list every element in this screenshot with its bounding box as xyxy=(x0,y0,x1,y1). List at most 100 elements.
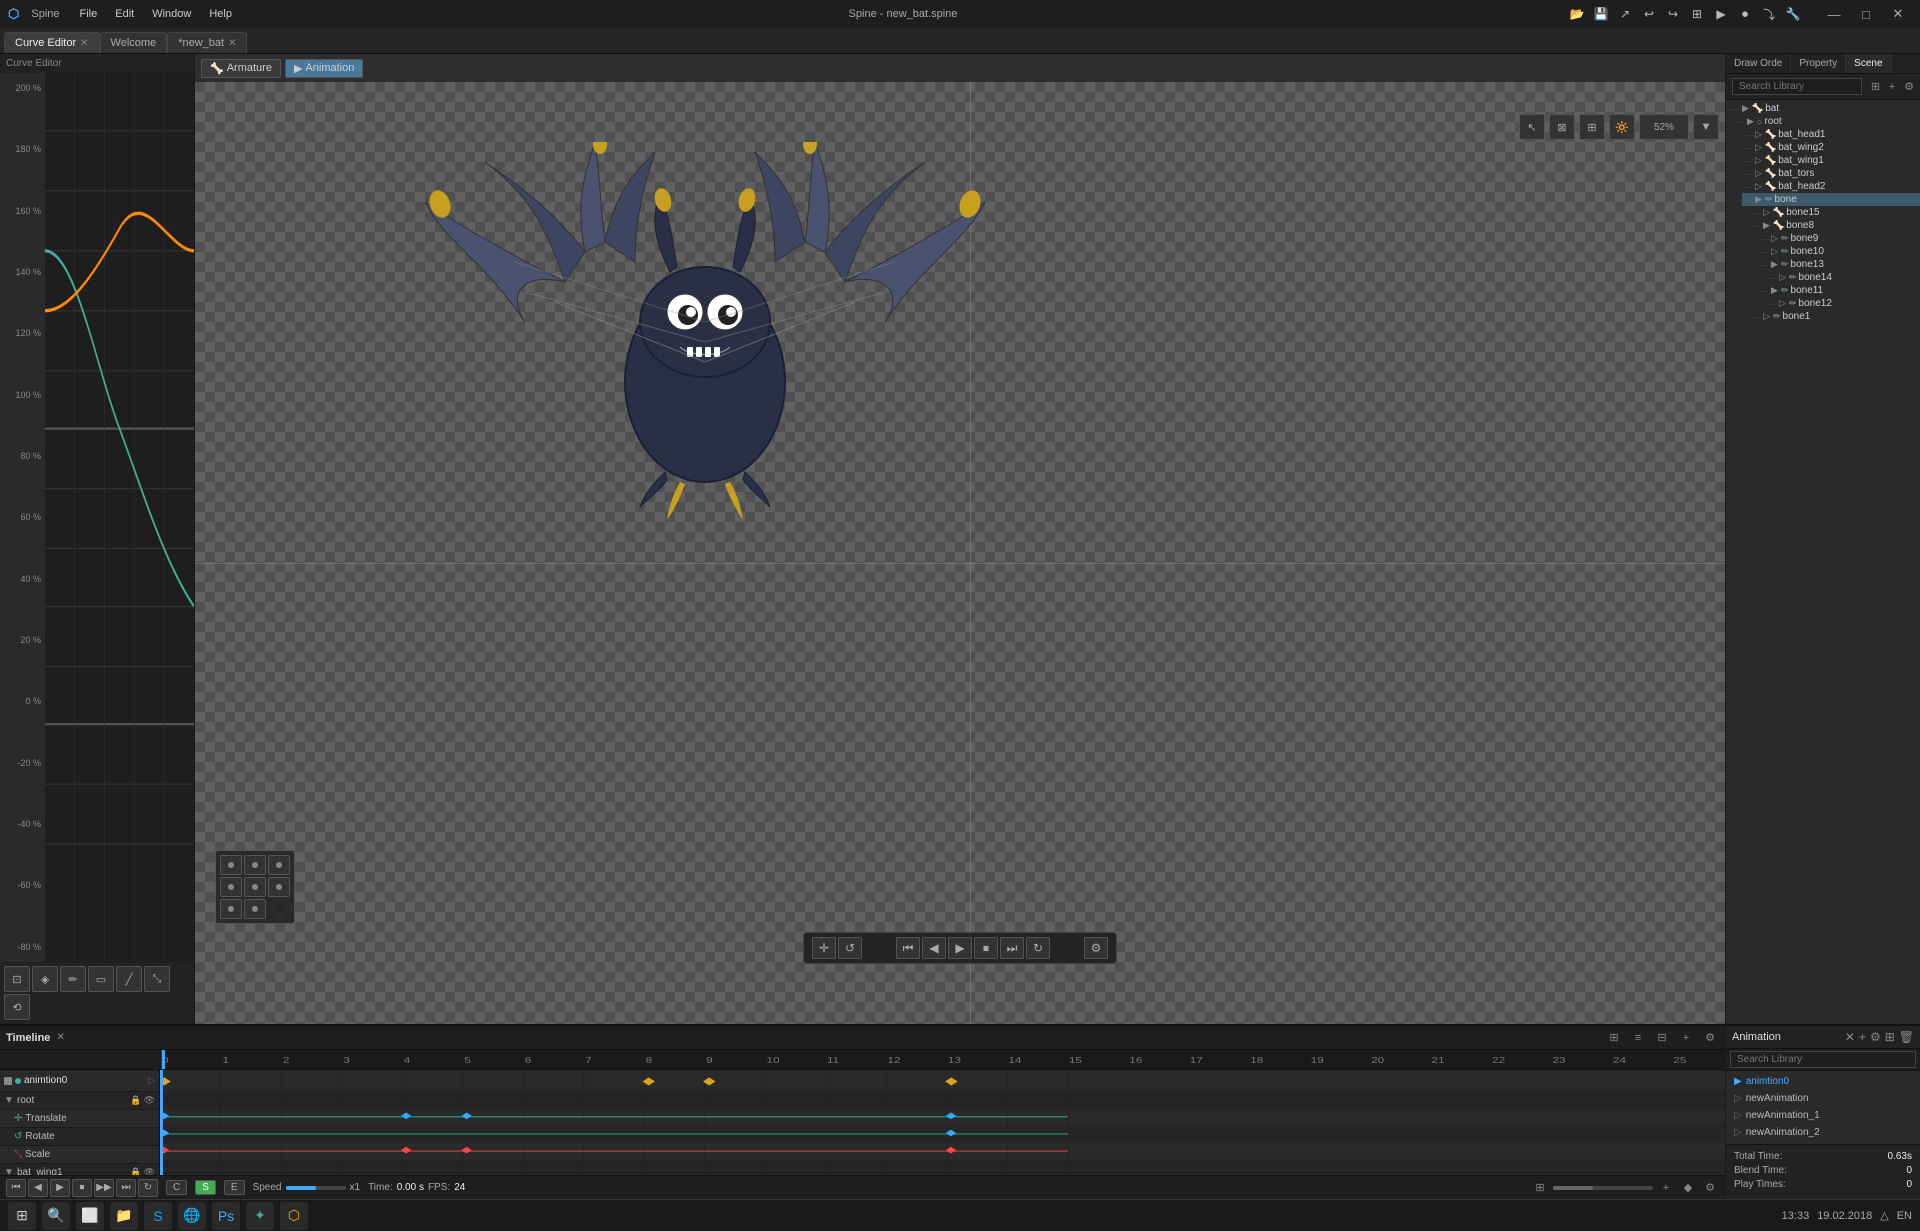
maximize-button[interactable]: □ xyxy=(1852,4,1880,24)
vw-btn-3[interactable] xyxy=(268,855,290,875)
undo-icon[interactable]: ↩ xyxy=(1638,3,1660,25)
windows-start-button[interactable]: ⊞ xyxy=(8,1202,36,1230)
play-pause-button[interactable]: ▶ xyxy=(50,1179,70,1197)
ce-tool-1[interactable]: ⊡ xyxy=(4,966,30,992)
ce-tool-2[interactable]: ◈ xyxy=(32,966,58,992)
c-mode-button[interactable]: C xyxy=(166,1180,187,1195)
play-to-end[interactable]: ⏭ xyxy=(1000,937,1024,959)
loop-button[interactable]: ↻ xyxy=(1026,937,1050,959)
jump-to-end-button[interactable]: ⏭ xyxy=(116,1179,136,1197)
anim-item-newAnimation-1[interactable]: ▷ newAnimation_1 xyxy=(1726,1107,1920,1124)
anim-search-input[interactable] xyxy=(1730,1051,1916,1068)
jump-to-start-button[interactable]: ⏮ xyxy=(6,1179,26,1197)
zoom-dropdown[interactable]: ▼ xyxy=(1693,114,1719,140)
tl-filter-icon[interactable]: ⊟ xyxy=(1653,1029,1671,1047)
app2-button[interactable]: ✦ xyxy=(246,1202,274,1230)
bone-tree-item-bone9[interactable]: ··· ▷ ✏ bone9 xyxy=(1758,232,1920,245)
ce-tool-6[interactable]: ⤡ xyxy=(144,966,170,992)
app3-button[interactable]: ⬡ xyxy=(280,1202,308,1230)
cursor-tool[interactable]: ↖ xyxy=(1519,114,1545,140)
close-curve-editor-tab[interactable]: ✕ xyxy=(80,38,88,49)
bone-tree-item-bat-head2[interactable]: ··· ▷ 🦴 bat_head2 xyxy=(1742,180,1920,193)
wing-expand[interactable]: ▼ xyxy=(4,1167,14,1175)
vw-btn-5[interactable] xyxy=(244,877,266,897)
bone-tree-item-bone11[interactable]: ··· ▶ ✏ bone11 xyxy=(1758,284,1920,297)
tl-add-key[interactable]: ◆ xyxy=(1679,1179,1697,1197)
import-icon[interactable]: ⤵ xyxy=(1758,3,1780,25)
tl-misc[interactable]: ⚙ xyxy=(1701,1179,1719,1197)
close-file-tab[interactable]: ✕ xyxy=(228,38,236,49)
bone-tree-item-bone13[interactable]: ··· ▶ ✏ bone13 xyxy=(1758,258,1920,271)
record-icon[interactable]: ⏺ xyxy=(1734,3,1756,25)
tl-zoom-fit[interactable]: ⊞ xyxy=(1531,1179,1549,1197)
view-tool-1[interactable]: ⊠ xyxy=(1549,114,1575,140)
anim-copy-button[interactable]: ⊞ xyxy=(1885,1030,1895,1044)
bone-tree-item-bone[interactable]: ··· ▶ ✏ bone xyxy=(1742,193,1920,206)
view-tool-3[interactable]: 🔆 xyxy=(1609,114,1635,140)
tl-toggle-1[interactable]: ⊞ xyxy=(1605,1029,1623,1047)
root-expand[interactable]: ▼ xyxy=(4,1095,14,1106)
stop-button[interactable]: ⏹ xyxy=(974,937,998,959)
speed-slider[interactable] xyxy=(286,1186,346,1190)
tl-more-icon[interactable]: ⚙ xyxy=(1701,1029,1719,1047)
menu-help[interactable]: Help xyxy=(201,6,240,22)
redo-icon[interactable]: ↪ xyxy=(1662,3,1684,25)
bone-tree-item-root[interactable]: ··· ▶ ○ root xyxy=(1734,115,1920,128)
track-visibility-icon[interactable]: 👁 xyxy=(144,1095,155,1106)
wing-visibility-icon[interactable]: 👁 xyxy=(144,1167,155,1175)
bone-tree-item-bone8[interactable]: ··· ▶ 🦴 bone8 xyxy=(1750,219,1920,232)
tl-zoom-in[interactable]: + xyxy=(1657,1179,1675,1197)
settings-icon[interactable]: ⚙ xyxy=(1084,937,1108,959)
anim-options-button[interactable]: ⚙ xyxy=(1870,1030,1881,1044)
loop-tl-button[interactable]: ↻ xyxy=(138,1179,158,1197)
save-icon[interactable]: 💾 xyxy=(1590,3,1612,25)
photoshop-button[interactable]: Ps xyxy=(212,1202,240,1230)
tl-zoom-slider[interactable] xyxy=(1553,1186,1653,1190)
wing-lock-icon[interactable]: 🔒 xyxy=(130,1167,141,1175)
s-mode-button[interactable]: S xyxy=(195,1180,216,1195)
armature-mode-button[interactable]: 🦴 Armature xyxy=(201,59,281,78)
viewport-background[interactable]: ↖ ⊠ ⊞ 🔆 52% ▼ ✛ ↺ xyxy=(195,82,1725,1024)
app1-button[interactable]: 🌐 xyxy=(178,1202,206,1230)
track-lock-icon[interactable]: 🔒 xyxy=(130,1095,141,1106)
vw-btn-2[interactable] xyxy=(244,855,266,875)
vw-btn-7[interactable] xyxy=(220,899,242,919)
e-mode-button[interactable]: E xyxy=(224,1180,245,1195)
menu-edit[interactable]: Edit xyxy=(107,6,142,22)
rotate-reset-tool[interactable]: ↺ xyxy=(838,937,862,959)
vw-btn-6[interactable] xyxy=(268,877,290,897)
bone-tree-item-bat[interactable]: ···· ▶ 🦴 bat xyxy=(1726,102,1920,115)
vw-btn-4[interactable] xyxy=(220,877,242,897)
anim-delete-button[interactable]: 🗑 xyxy=(1899,1030,1914,1044)
open-icon[interactable]: 📂 xyxy=(1566,3,1588,25)
vw-btn-1[interactable] xyxy=(220,855,242,875)
add-bone-button[interactable]: + xyxy=(1889,81,1895,93)
ce-tool-4[interactable]: ▭ xyxy=(88,966,114,992)
anim-item-newAnimation-2[interactable]: ▷ newAnimation_2 xyxy=(1726,1124,1920,1141)
bone-tree-item-bat-head1[interactable]: ··· ▷ 🦴 bat_head1 xyxy=(1742,128,1920,141)
menu-file[interactable]: File xyxy=(72,6,106,22)
add-animation-button[interactable]: + xyxy=(1859,1030,1866,1044)
animation-mode-button[interactable]: ▶ Animation xyxy=(285,59,363,78)
close-anim-panel[interactable]: ✕ xyxy=(1845,1030,1855,1044)
tab-welcome[interactable]: Welcome xyxy=(100,32,168,53)
anim-item-newAnimation[interactable]: ▷ newAnimation xyxy=(1726,1090,1920,1107)
task-view-button[interactable]: ⬜ xyxy=(76,1202,104,1230)
skype-button[interactable]: S xyxy=(144,1202,172,1230)
close-timeline-icon[interactable]: ✕ xyxy=(56,1032,64,1043)
play-button[interactable]: ▶ xyxy=(948,937,972,959)
ce-tool-7[interactable]: ⟲ xyxy=(4,994,30,1020)
minimize-button[interactable]: — xyxy=(1820,4,1848,24)
close-button[interactable]: ✕ xyxy=(1884,4,1912,24)
menu-window[interactable]: Window xyxy=(144,6,199,22)
settings-library-icon[interactable]: ⚙ xyxy=(1904,80,1914,93)
property-tab[interactable]: Property xyxy=(1791,54,1846,73)
bone-tree-item-bone1[interactable]: ··· ▷ ✏ bone1 xyxy=(1750,310,1920,323)
tab-curve-editor[interactable]: Curve Editor ✕ xyxy=(4,32,100,53)
ce-tool-3[interactable]: ✏ xyxy=(60,966,86,992)
next-key-button[interactable]: ▶▶ xyxy=(94,1179,114,1197)
explorer-button[interactable]: 📁 xyxy=(110,1202,138,1230)
bone-tree-item-bone10[interactable]: ··· ▷ ✏ bone10 xyxy=(1758,245,1920,258)
bone-tree-item-bone12[interactable]: ··· ▷ ✏ bone12 xyxy=(1766,297,1920,310)
frame-back[interactable]: ◀ xyxy=(922,937,946,959)
